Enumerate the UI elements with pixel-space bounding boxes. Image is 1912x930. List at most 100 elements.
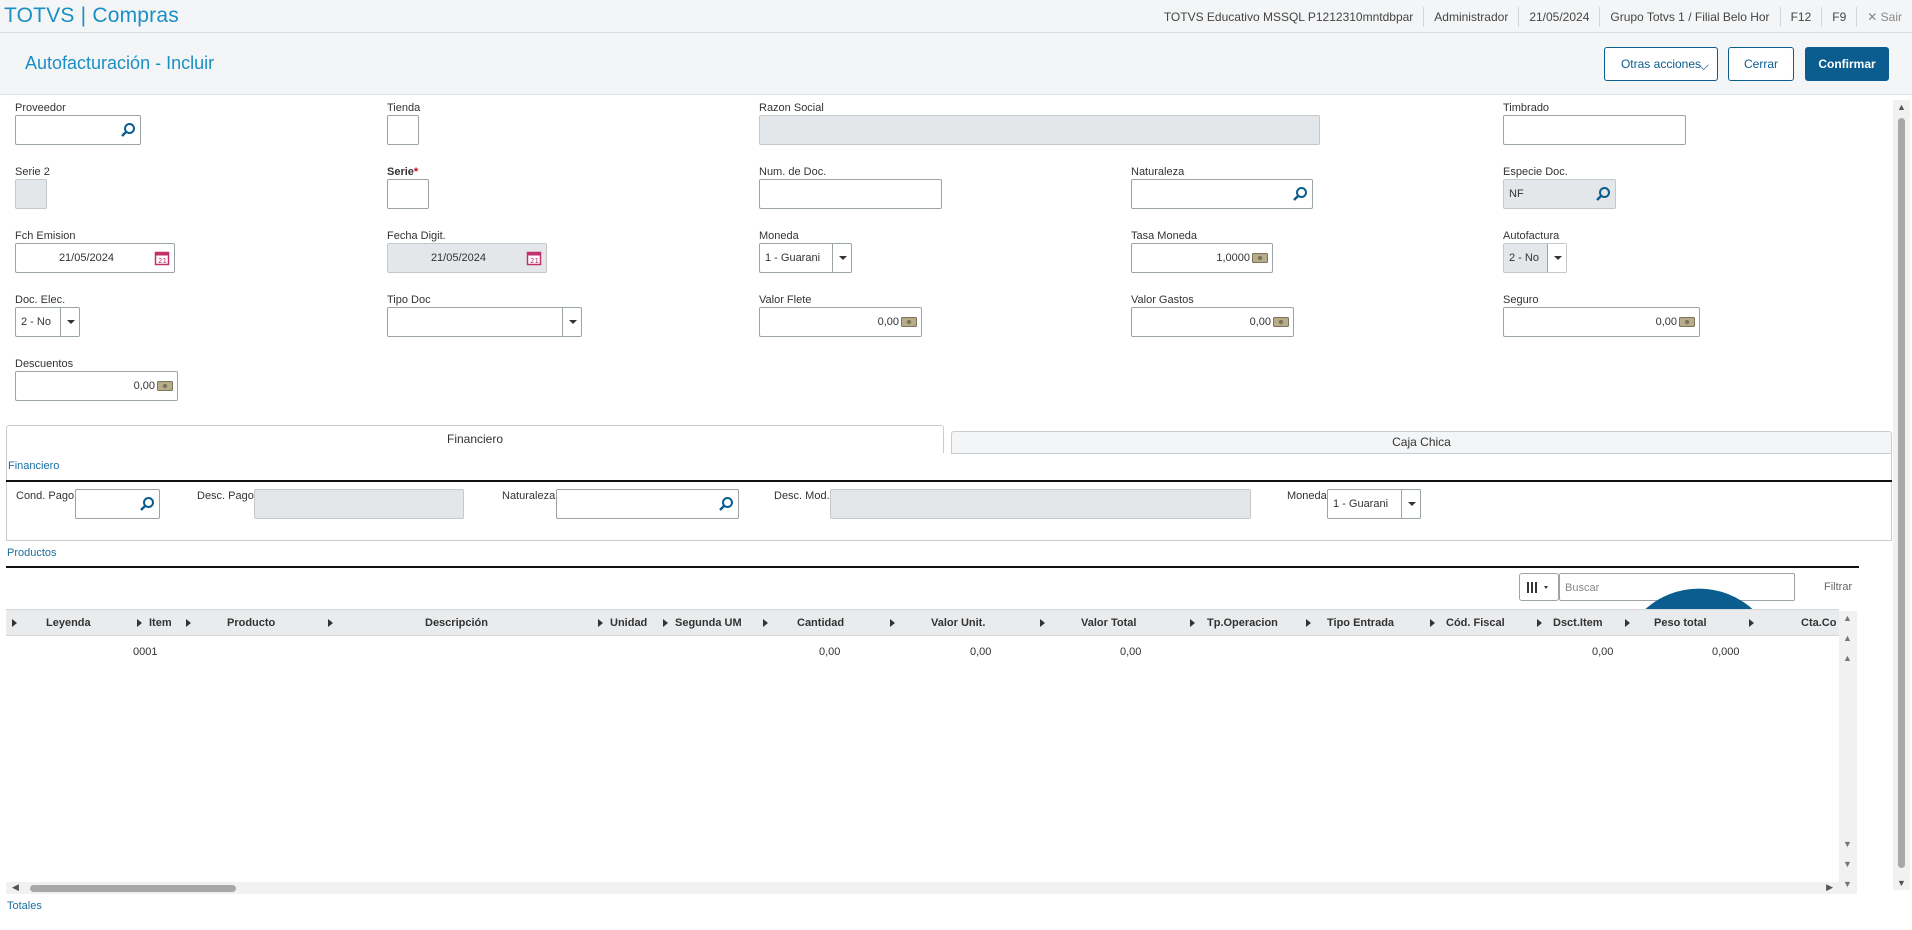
- column-header[interactable]: Tp.Operacion: [1207, 617, 1278, 629]
- other-actions-button[interactable]: Otras acciones ⌵: [1604, 47, 1718, 81]
- grid-search-input[interactable]: Buscar: [1559, 573, 1795, 792]
- scroll-bottom-icon[interactable]: ▼: [1843, 879, 1852, 889]
- column-arrow-icon[interactable]: [598, 619, 603, 627]
- column-arrow-icon[interactable]: [328, 619, 333, 627]
- num-doc-input[interactable]: [759, 179, 942, 209]
- page-vertical-scrollbar[interactable]: ▲ ▼: [1893, 100, 1910, 890]
- column-arrow-icon[interactable]: [1625, 619, 1630, 627]
- dropdown-caret-icon[interactable]: [832, 244, 851, 272]
- search-icon[interactable]: [1595, 186, 1611, 202]
- column-header[interactable]: Dsct.Item: [1553, 617, 1603, 629]
- scroll-down-icon[interactable]: ▼: [1897, 878, 1906, 888]
- timbrado-input[interactable]: [1503, 115, 1686, 145]
- scroll-down-icon[interactable]: ▼: [1843, 839, 1852, 849]
- tipo-doc-select[interactable]: [387, 307, 582, 337]
- proveedor-input[interactable]: [15, 115, 141, 145]
- fin-moneda-select[interactable]: 1 - Guarani: [1327, 489, 1421, 519]
- column-arrow-icon[interactable]: [1040, 619, 1045, 627]
- doc-elec-value: 2 - No: [21, 316, 51, 328]
- column-header[interactable]: Peso total: [1654, 617, 1707, 629]
- serie-input[interactable]: [387, 179, 429, 209]
- valor-total-cell[interactable]: 0,00: [1120, 646, 1141, 658]
- columns-button[interactable]: [1519, 573, 1559, 601]
- cantidad-cell[interactable]: 0,00: [819, 646, 840, 658]
- search-icon[interactable]: [139, 496, 155, 512]
- column-arrow-icon[interactable]: [663, 619, 668, 627]
- column-arrow-icon[interactable]: [1306, 619, 1311, 627]
- exit-button[interactable]: ✕ Sair: [1856, 6, 1912, 27]
- column-arrow-icon[interactable]: [137, 619, 142, 627]
- scroll-top-icon[interactable]: ▲: [1843, 613, 1852, 623]
- search-icon[interactable]: [1292, 186, 1308, 202]
- column-arrow-icon[interactable]: [1537, 619, 1542, 627]
- column-header[interactable]: Segunda UM: [675, 617, 742, 629]
- doc-elec-select[interactable]: 2 - No: [15, 307, 80, 337]
- scroll-right-icon[interactable]: ▶: [1826, 882, 1833, 893]
- filter-button[interactable]: Filtrar: [1824, 581, 1852, 593]
- column-header[interactable]: Producto: [227, 617, 275, 629]
- column-arrow-icon[interactable]: [890, 619, 895, 627]
- close-button[interactable]: Cerrar: [1728, 47, 1794, 81]
- dropdown-caret-icon[interactable]: [1401, 490, 1420, 518]
- naturaleza-input[interactable]: [1131, 179, 1313, 209]
- dropdown-caret-icon[interactable]: [562, 308, 581, 336]
- column-arrow-icon[interactable]: [12, 619, 17, 627]
- calendar-icon[interactable]: 21: [526, 250, 542, 266]
- item-cell[interactable]: 0001: [133, 646, 157, 658]
- scroll-up-icon[interactable]: ▲: [1843, 633, 1852, 643]
- confirm-button[interactable]: Confirmar: [1805, 47, 1889, 81]
- valor-flete-input[interactable]: 0,00: [759, 307, 922, 337]
- valor-unit-cell[interactable]: 0,00: [970, 646, 991, 658]
- tasa-moneda-input[interactable]: 1,0000: [1131, 243, 1273, 273]
- environment-label[interactable]: TOTVS Educativo MSSQL P1212310mntdbpar: [1154, 7, 1423, 27]
- f12-button[interactable]: F12: [1779, 6, 1822, 27]
- column-arrow-icon[interactable]: [1190, 619, 1195, 627]
- branch-label[interactable]: Grupo Totvs 1 / Filial Belo Hor: [1599, 6, 1779, 27]
- search-icon[interactable]: [120, 122, 136, 138]
- f9-button[interactable]: F9: [1821, 6, 1856, 27]
- peso-total-cell[interactable]: 0,000: [1712, 646, 1740, 658]
- column-header[interactable]: Valor Total: [1081, 617, 1136, 629]
- column-header[interactable]: Cta.Co: [1801, 617, 1836, 629]
- column-header[interactable]: Leyenda: [46, 617, 91, 629]
- scroll-down-icon[interactable]: ▼: [1843, 859, 1852, 869]
- fin-naturaleza-input[interactable]: [556, 489, 739, 519]
- column-header[interactable]: Valor Unit.: [931, 617, 985, 629]
- scroll-left-icon[interactable]: ◀: [12, 882, 19, 893]
- horizontal-scroll-thumb[interactable]: [30, 885, 236, 892]
- descuentos-input[interactable]: 0,00: [15, 371, 178, 401]
- column-header[interactable]: Unidad: [610, 617, 647, 629]
- cond-pago-input[interactable]: [75, 489, 160, 519]
- column-header[interactable]: Tipo Entrada: [1327, 617, 1394, 629]
- moneda-select[interactable]: 1 - Guarani: [759, 243, 852, 273]
- column-header[interactable]: Descripción: [425, 617, 488, 629]
- column-header[interactable]: Cód. Fiscal: [1446, 617, 1505, 629]
- column-header[interactable]: Cantidad: [797, 617, 844, 629]
- tab-caja-chica[interactable]: Caja Chica: [951, 431, 1892, 454]
- page-scroll-thumb[interactable]: [1898, 118, 1905, 868]
- seguro-input[interactable]: 0,00: [1503, 307, 1700, 337]
- date-label[interactable]: 21/05/2024: [1518, 6, 1599, 27]
- valor-gastos-input[interactable]: 0,00: [1131, 307, 1294, 337]
- tasa-moneda-value: 1,0000: [1216, 252, 1250, 264]
- app-title: TOTVS | Compras: [4, 4, 179, 27]
- column-arrow-icon[interactable]: [1430, 619, 1435, 627]
- scroll-up-icon[interactable]: ▲: [1897, 102, 1906, 112]
- column-arrow-icon[interactable]: [1749, 619, 1754, 627]
- column-header[interactable]: Item: [149, 617, 172, 629]
- column-arrow-icon[interactable]: [763, 619, 768, 627]
- tab-financiero[interactable]: Financiero: [6, 425, 944, 453]
- descuentos-value: 0,00: [133, 380, 155, 392]
- grid-horizontal-scrollbar[interactable]: ◀ ▶: [6, 882, 1839, 894]
- tienda-input[interactable]: [387, 115, 419, 145]
- dsct-item-cell[interactable]: 0,00: [1592, 646, 1613, 658]
- user-label[interactable]: Administrador: [1423, 6, 1518, 27]
- scroll-up-icon[interactable]: ▲: [1843, 653, 1852, 663]
- dropdown-caret-icon[interactable]: [60, 308, 79, 336]
- grid-vertical-scrollbar[interactable]: ▲ ▲ ▲ ▼ ▼ ▼: [1839, 611, 1857, 894]
- column-arrow-icon[interactable]: [186, 619, 191, 627]
- fch-emision-input[interactable]: 21/05/2024 21: [15, 243, 175, 273]
- search-icon[interactable]: [718, 496, 734, 512]
- serie-label: Serie*: [387, 166, 418, 178]
- calendar-icon[interactable]: 21: [154, 250, 170, 266]
